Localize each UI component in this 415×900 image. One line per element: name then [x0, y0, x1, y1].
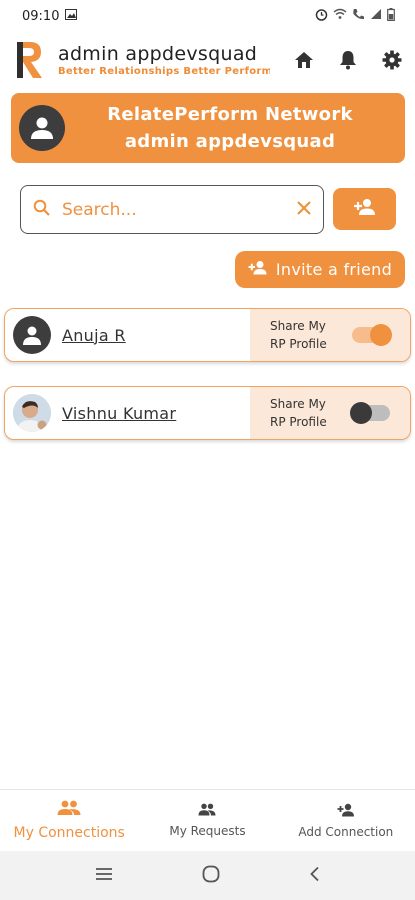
connection-name-link[interactable]: Anuja R: [62, 326, 250, 345]
notification-bell-icon[interactable]: [337, 49, 359, 71]
app-title: admin appdevsquad: [58, 43, 258, 65]
invite-friend-label: Invite a friend: [275, 260, 393, 279]
network-name: RelatePerform Network: [107, 104, 353, 125]
person-add-icon: [337, 803, 355, 820]
share-label-line2: RP Profile: [270, 337, 327, 351]
bottom-navigation: My Connections My Requests Add Connectio…: [0, 789, 415, 851]
tab-my-connections[interactable]: My Connections: [0, 790, 138, 851]
battery-icon: [387, 7, 395, 25]
network-user-name: admin appdevsquad: [124, 131, 336, 152]
share-profile-toggle[interactable]: [350, 402, 390, 424]
connection-card: Vishnu Kumar Share My RP Profile: [4, 386, 411, 440]
share-label-line2: RP Profile: [270, 415, 327, 429]
connection-name-link[interactable]: Vishnu Kumar: [62, 404, 250, 423]
person-add-icon: [248, 260, 268, 279]
signal-icon: [370, 8, 382, 24]
back-icon[interactable]: [309, 866, 321, 886]
share-profile-label: Share My RP Profile: [270, 317, 338, 353]
home-icon[interactable]: [293, 49, 315, 71]
wifi-icon: [333, 8, 347, 24]
search-box: [20, 185, 324, 234]
search-input[interactable]: [62, 199, 297, 220]
connection-card: Anuja R Share My RP Profile: [4, 308, 411, 362]
alarm-icon: [315, 8, 328, 25]
people-icon: [198, 803, 216, 819]
home-button-icon[interactable]: [202, 865, 220, 887]
status-time: 09:10: [22, 8, 60, 24]
tab-add-connection[interactable]: Add Connection: [277, 790, 415, 851]
people-icon: [57, 800, 81, 820]
status-bar: 09:10: [0, 0, 415, 32]
user-avatar-icon: [19, 105, 65, 151]
person-add-icon: [353, 198, 377, 220]
call-icon: [352, 8, 365, 24]
tab-my-requests[interactable]: My Requests: [138, 790, 276, 851]
share-profile-toggle[interactable]: [352, 324, 392, 346]
share-profile-label: Share My RP Profile: [270, 395, 338, 431]
clear-search-icon[interactable]: [297, 200, 311, 219]
app-logo: [14, 40, 44, 80]
share-label-line1: Share My: [270, 397, 326, 411]
share-profile-panel: Share My RP Profile: [250, 309, 410, 361]
tab-label: Add Connection: [298, 824, 394, 839]
settings-gear-icon[interactable]: [381, 49, 403, 71]
tab-label: My Connections: [13, 825, 125, 841]
share-label-line1: Share My: [270, 319, 326, 333]
tab-label: My Requests: [169, 824, 246, 838]
gallery-icon: [65, 8, 78, 24]
contact-photo-avatar: [13, 394, 51, 432]
recent-apps-icon[interactable]: [95, 866, 113, 885]
share-profile-panel: Share My RP Profile: [250, 387, 410, 439]
app-header: admin appdevsquad Better Relationships B…: [0, 34, 415, 86]
invite-friend-button[interactable]: Invite a friend: [235, 251, 405, 288]
search-icon: [33, 199, 50, 220]
network-banner: RelatePerform Network admin appdevsquad: [11, 93, 405, 163]
system-navigation-bar: [0, 851, 415, 900]
contact-avatar-icon: [13, 316, 51, 354]
app-tagline: Better Relationships Better Performance: [58, 66, 270, 77]
add-connection-button[interactable]: [333, 188, 396, 230]
